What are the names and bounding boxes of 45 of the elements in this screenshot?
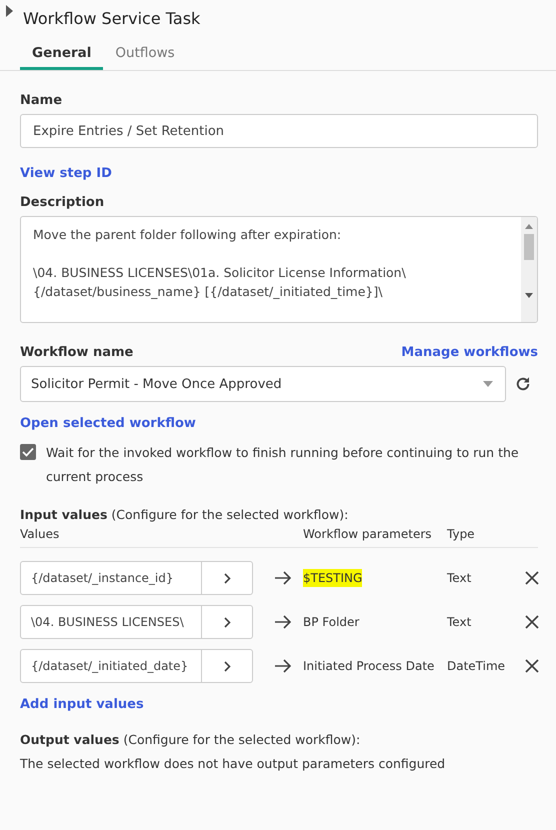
caret-icon	[483, 381, 493, 387]
workflow-dropdown[interactable]: Solicitor Permit - Move Once Approved	[20, 366, 506, 402]
column-header: Values	[20, 527, 60, 541]
value-field[interactable]: \04. BUSINESS LICENSES\	[20, 605, 202, 639]
field-label: Workflow name	[20, 345, 134, 360]
checkbox[interactable]	[20, 444, 36, 460]
value-field[interactable]: {/dataset/_initiated_date}	[20, 649, 202, 683]
scroll-thumb[interactable]	[524, 234, 534, 260]
chevron-right-icon	[224, 572, 230, 584]
close-icon[interactable]	[525, 615, 539, 629]
open-workflow-link[interactable]: Open selected workflow	[20, 416, 196, 431]
parameter-name: BP Folder	[303, 614, 360, 631]
scroll-down-icon[interactable]	[525, 293, 533, 298]
value-field[interactable]: {/dataset/_instance_id}	[20, 561, 202, 595]
close-icon[interactable]	[525, 571, 539, 585]
parameter-type: Text	[447, 615, 472, 629]
parameter-name: Initiated Process Date	[303, 658, 434, 675]
parameter-name: $TESTING	[303, 569, 362, 587]
column-header: Workflow parameters	[303, 527, 433, 541]
expand-toggle-icon[interactable]	[6, 5, 13, 17]
close-icon[interactable]	[525, 659, 539, 673]
description-field[interactable]: Move the parent folder following after expiration: \04. BUSINESS LICENSES\01a. Solicitor License Information\ {/dataset/business_name} [{/dataset/_initiated_time}]\	[20, 216, 538, 323]
add-input-values-link[interactable]: Add input values	[20, 697, 144, 712]
chevron-right-icon	[224, 616, 230, 628]
panel-title: Workflow Service Task	[23, 9, 200, 28]
parameter-type: Text	[447, 571, 472, 585]
field-label: Name	[20, 93, 64, 108]
column-header: Type	[447, 527, 476, 541]
right-arrow-icon	[275, 615, 292, 629]
section-heading: Input values (Configure for the selected workflow):	[20, 506, 350, 524]
tab[interactable]: General	[20, 40, 104, 70]
view-step-id-link[interactable]: View step ID	[20, 166, 112, 181]
refresh-icon[interactable]	[514, 375, 532, 393]
chevron-right-icon	[224, 660, 230, 672]
checkbox-label: Wait for the invoked workflow to finish running before continuing to run the current process	[46, 444, 520, 486]
section-heading: Output values (Configure for the selected workflow):	[20, 731, 362, 749]
right-arrow-icon	[275, 571, 292, 585]
parameter-type: DateTime	[447, 659, 506, 673]
manage-workflows-link[interactable]: Manage workflows	[401, 345, 538, 360]
right-arrow-icon	[275, 659, 292, 673]
name-field[interactable]: Expire Entries / Set Retention	[20, 114, 538, 148]
scroll-up-icon[interactable]	[525, 224, 533, 229]
tab[interactable]: Outflows	[103, 40, 187, 70]
field-label: Description	[20, 195, 106, 210]
info-message: The selected workflow does not have output parameters configured	[20, 755, 446, 773]
